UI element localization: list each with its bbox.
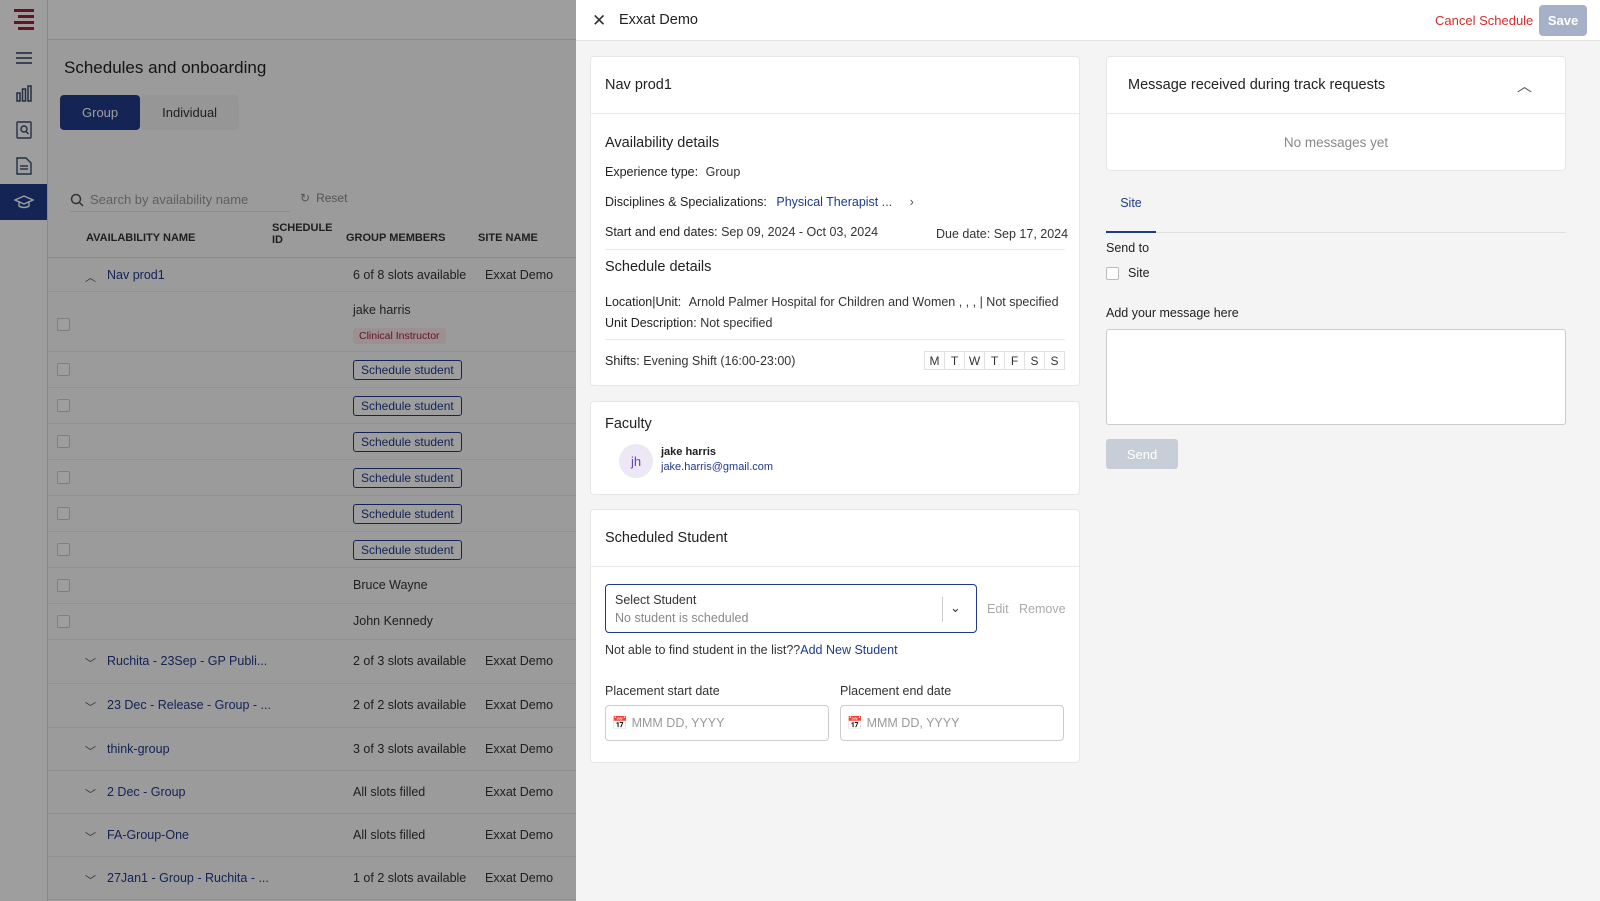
unit-description-value: Not specified (700, 316, 773, 330)
placement-start-input[interactable]: 📅 MMM DD, YYYY (605, 705, 829, 741)
divider (1107, 113, 1565, 114)
faculty-email[interactable]: jake.harris@gmail.com (661, 461, 773, 473)
edit-button[interactable]: Edit (987, 602, 1009, 616)
remove-button[interactable]: Remove (1019, 602, 1066, 616)
date-placeholder: MMM DD, YYYY (631, 716, 725, 730)
day-monday: M (924, 351, 945, 370)
divider (605, 339, 1065, 340)
tab-site[interactable]: Site (1106, 196, 1156, 210)
weekday-strip: M T W T F S S (924, 351, 1065, 370)
day-thursday: T (984, 351, 1005, 370)
day-saturday: S (1024, 351, 1045, 370)
calendar-icon: 📅 (847, 715, 863, 730)
disciplines-label: Disciplines & Specializations: (605, 195, 767, 209)
drawer-header: ✕ Exxat Demo Cancel Schedule Save (576, 0, 1600, 41)
add-message-label: Add your message here (1106, 306, 1239, 320)
availability-details-title: Availability details (605, 135, 720, 151)
disciplines-value[interactable]: Physical Therapist ... (776, 195, 892, 209)
divider (591, 113, 1079, 114)
schedule-drawer: ✕ Exxat Demo Cancel Schedule Save Nav pr… (576, 0, 1600, 901)
not-found-text: Not able to find student in the list?? (605, 643, 801, 657)
avatar: jh (619, 444, 653, 478)
experience-type-label: Experience type: (605, 165, 699, 179)
select-student-label: Select Student (615, 593, 697, 607)
day-wednesday: W (964, 351, 985, 370)
availability-name: Nav prod1 (605, 77, 672, 93)
experience-type-value: Group (705, 165, 741, 179)
message-textarea[interactable] (1106, 329, 1566, 425)
due-date-label: Due date: (936, 227, 991, 241)
location-label: Location|Unit: (605, 295, 682, 309)
dates-value: Sep 09, 2024 - Oct 03, 2024 (721, 225, 879, 239)
placement-start-label: Placement start date (605, 684, 720, 698)
divider (591, 566, 1079, 567)
day-friday: F (1004, 351, 1025, 370)
site-checkbox-label: Site (1128, 266, 1150, 280)
divider (605, 249, 1065, 250)
shifts-value: Evening Shift (16:00-23:00) (643, 354, 796, 368)
faculty-name: jake harris (661, 446, 717, 458)
scheduled-student-title: Scheduled Student (605, 530, 728, 546)
placement-end-input[interactable]: 📅 MMM DD, YYYY (840, 705, 1064, 741)
unit-description-label: Unit Description: (605, 316, 697, 330)
messages-card: Message received during track requests ︿… (1106, 56, 1566, 171)
tab-divider (1106, 232, 1566, 233)
messages-title: Message received during track requests (1128, 77, 1386, 93)
date-placeholder: MMM DD, YYYY (866, 716, 960, 730)
send-to-label: Send to (1106, 241, 1150, 255)
day-sunday: S (1044, 351, 1065, 370)
dropdown-separator (942, 597, 943, 622)
tab-active-indicator (1106, 231, 1156, 233)
modal-backdrop[interactable] (0, 0, 576, 901)
location-value: Arnold Palmer Hospital for Children and … (688, 295, 1059, 309)
add-new-student-link[interactable]: Add New Student (800, 643, 897, 657)
select-student-dropdown[interactable]: Select Student No student is scheduled ⌄ (605, 584, 977, 633)
select-student-value: No student is scheduled (615, 611, 749, 625)
due-date-value: Sep 17, 2024 (993, 227, 1069, 241)
faculty-card: Faculty jh jake harris jake.harris@gmail… (590, 401, 1080, 495)
chevron-down-icon[interactable]: ⌄ (950, 600, 961, 616)
calendar-icon: 📅 (612, 715, 628, 730)
scheduled-student-card: Scheduled Student Select Student No stud… (590, 509, 1080, 763)
chevron-up-icon[interactable]: ︿ (1517, 75, 1532, 96)
send-button[interactable]: Send (1106, 439, 1178, 469)
save-button[interactable]: Save (1539, 5, 1587, 36)
drawer-title: Exxat Demo (619, 12, 698, 28)
faculty-title: Faculty (605, 416, 652, 432)
checkbox-box[interactable] (1106, 266, 1119, 280)
day-tuesday: T (944, 351, 965, 370)
cancel-schedule-button[interactable]: Cancel Schedule (1435, 13, 1533, 28)
placement-end-label: Placement end date (840, 684, 952, 698)
site-checkbox[interactable]: Site (1106, 266, 1150, 280)
no-messages-text: No messages yet (1283, 135, 1389, 150)
dates-label: Start and end dates: (605, 225, 718, 239)
schedule-details-title: Schedule details (605, 259, 712, 275)
chevron-right-icon[interactable]: › (910, 195, 914, 209)
close-icon[interactable]: ✕ (592, 11, 606, 31)
shifts-label: Shifts: (605, 354, 640, 368)
availability-card: Nav prod1 Availability details Experienc… (590, 56, 1080, 386)
